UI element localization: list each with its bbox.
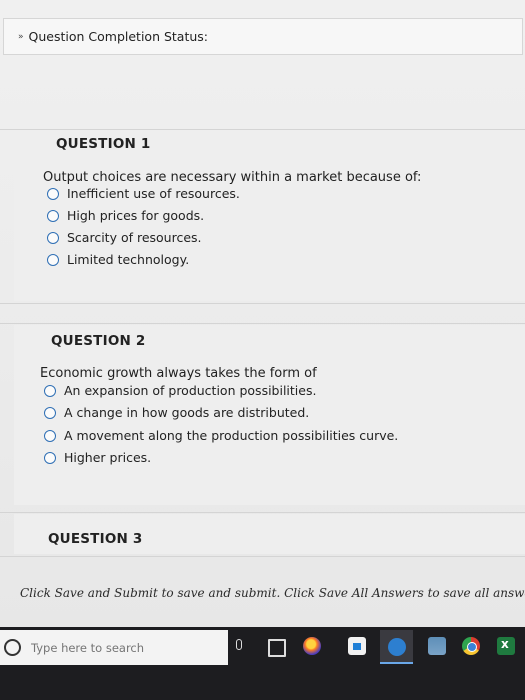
divider: [0, 512, 525, 513]
question-title: QUESTION 3: [48, 531, 143, 547]
question-text: Output choices are necessary within a ma…: [43, 170, 422, 185]
option-label: Higher prices.: [64, 450, 152, 465]
radio-button[interactable]: [44, 429, 56, 442]
radio-button[interactable]: [44, 384, 56, 397]
save-instructions: Click Save and Submit to save and submit…: [20, 586, 525, 600]
radio-button[interactable]: [47, 209, 59, 222]
completion-status-bar[interactable]: » Question Completion Status:: [3, 18, 523, 55]
option-label: A movement along the production possibil…: [64, 428, 399, 443]
answer-option[interactable]: A movement along the production possibil…: [44, 428, 398, 443]
chrome-icon[interactable]: [462, 637, 480, 655]
microphone-icon[interactable]: [236, 639, 242, 650]
question-2: QUESTION 2 Economic growth always takes …: [14, 325, 525, 505]
taskbar-search[interactable]: [0, 630, 228, 665]
question-text: Economic growth always takes the form of: [40, 366, 317, 381]
active-app-icon[interactable]: [380, 630, 413, 662]
taskbar: [0, 627, 525, 700]
divider: [0, 129, 525, 130]
divider: [0, 556, 525, 557]
firefox-icon[interactable]: [303, 637, 321, 655]
divider: [0, 323, 525, 324]
answer-option[interactable]: Higher prices.: [44, 450, 151, 465]
radio-button[interactable]: [44, 406, 56, 419]
app-glyph-icon: [388, 638, 406, 656]
search-input[interactable]: [29, 639, 203, 656]
answer-option[interactable]: Scarcity of resources.: [47, 230, 202, 245]
chevron-down-icon[interactable]: »: [18, 32, 24, 42]
question-title: QUESTION 2: [51, 333, 146, 349]
radio-button[interactable]: [47, 231, 59, 244]
answer-option[interactable]: A change in how goods are distributed.: [44, 405, 309, 420]
answer-option[interactable]: Inefficient use of resources.: [47, 186, 240, 201]
option-label: High prices for goods.: [67, 208, 205, 223]
option-label: A change in how goods are distributed.: [64, 405, 310, 420]
option-label: Scarcity of resources.: [67, 230, 202, 245]
question-title: QUESTION 1: [56, 136, 151, 152]
answer-option[interactable]: Limited technology.: [47, 252, 189, 267]
question-3: QUESTION 3: [14, 514, 525, 554]
divider: [0, 303, 525, 304]
answer-option[interactable]: An expansion of production possibilities…: [44, 383, 316, 398]
active-indicator: [380, 662, 413, 664]
option-label: Inefficient use of resources.: [67, 186, 240, 201]
option-label: An expansion of production possibilities…: [64, 383, 317, 398]
answer-option[interactable]: High prices for goods.: [47, 208, 204, 223]
status-label: Question Completion Status:: [28, 29, 209, 44]
search-icon[interactable]: [4, 639, 21, 656]
task-view-icon[interactable]: [268, 639, 286, 657]
screen: » Question Completion Status: QUESTION 1…: [0, 0, 525, 700]
radio-button[interactable]: [47, 253, 59, 266]
question-1: QUESTION 1 Output choices are necessary …: [14, 131, 525, 301]
radio-button[interactable]: [44, 451, 56, 464]
mail-icon[interactable]: [428, 637, 446, 655]
store-icon[interactable]: [348, 637, 366, 655]
option-label: Limited technology.: [67, 252, 190, 267]
radio-button[interactable]: [47, 187, 59, 200]
excel-icon[interactable]: [497, 637, 515, 655]
